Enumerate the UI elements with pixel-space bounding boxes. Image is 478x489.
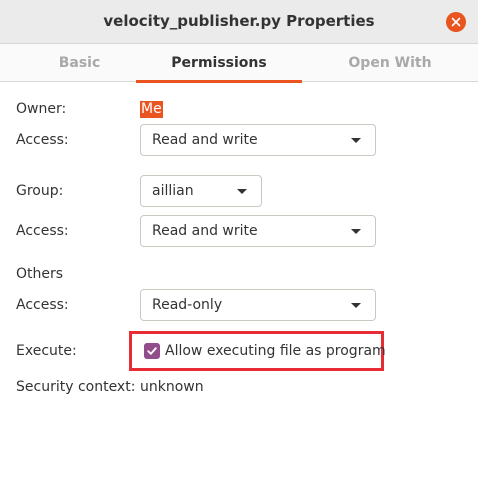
- others-label: Others: [16, 266, 64, 282]
- execute-checkbox[interactable]: [144, 343, 160, 359]
- title-bar: velocity_publisher.py Properties: [0, 0, 478, 44]
- group-access-label: Access:: [16, 223, 69, 239]
- others-access-dropdown[interactable]: Read-only: [140, 289, 376, 321]
- execute-label: Execute:: [16, 343, 77, 359]
- chevron-down-icon: [237, 189, 247, 194]
- group-label: Group:: [16, 183, 64, 199]
- tab-bar: Basic Permissions Open With: [0, 44, 478, 83]
- owner-label: Owner:: [16, 101, 67, 117]
- others-access-label: Access:: [16, 297, 69, 313]
- owner-access-label: Access:: [16, 132, 69, 148]
- group-access-value: Read and write: [152, 223, 258, 239]
- chevron-down-icon: [351, 138, 361, 143]
- security-context-label: Security context:: [16, 379, 136, 395]
- owner-access-dropdown[interactable]: Read and write: [140, 124, 376, 156]
- tab-open-with[interactable]: Open With: [312, 44, 468, 82]
- group-value: aillian: [152, 183, 194, 199]
- owner-value: Me: [140, 101, 163, 118]
- close-icon: [451, 17, 461, 27]
- owner-access-value: Read and write: [152, 132, 258, 148]
- window-title: velocity_publisher.py Properties: [103, 12, 375, 30]
- group-dropdown[interactable]: aillian: [140, 175, 262, 207]
- others-access-value: Read-only: [152, 297, 223, 313]
- tab-permissions[interactable]: Permissions: [136, 44, 302, 83]
- security-context-value: unknown: [140, 379, 204, 395]
- execute-checkbox-label[interactable]: Allow executing file as program: [165, 343, 386, 359]
- chevron-down-icon: [351, 303, 361, 308]
- close-button[interactable]: [446, 12, 466, 32]
- checkmark-icon: [147, 347, 157, 355]
- chevron-down-icon: [351, 229, 361, 234]
- group-access-dropdown[interactable]: Read and write: [140, 215, 376, 247]
